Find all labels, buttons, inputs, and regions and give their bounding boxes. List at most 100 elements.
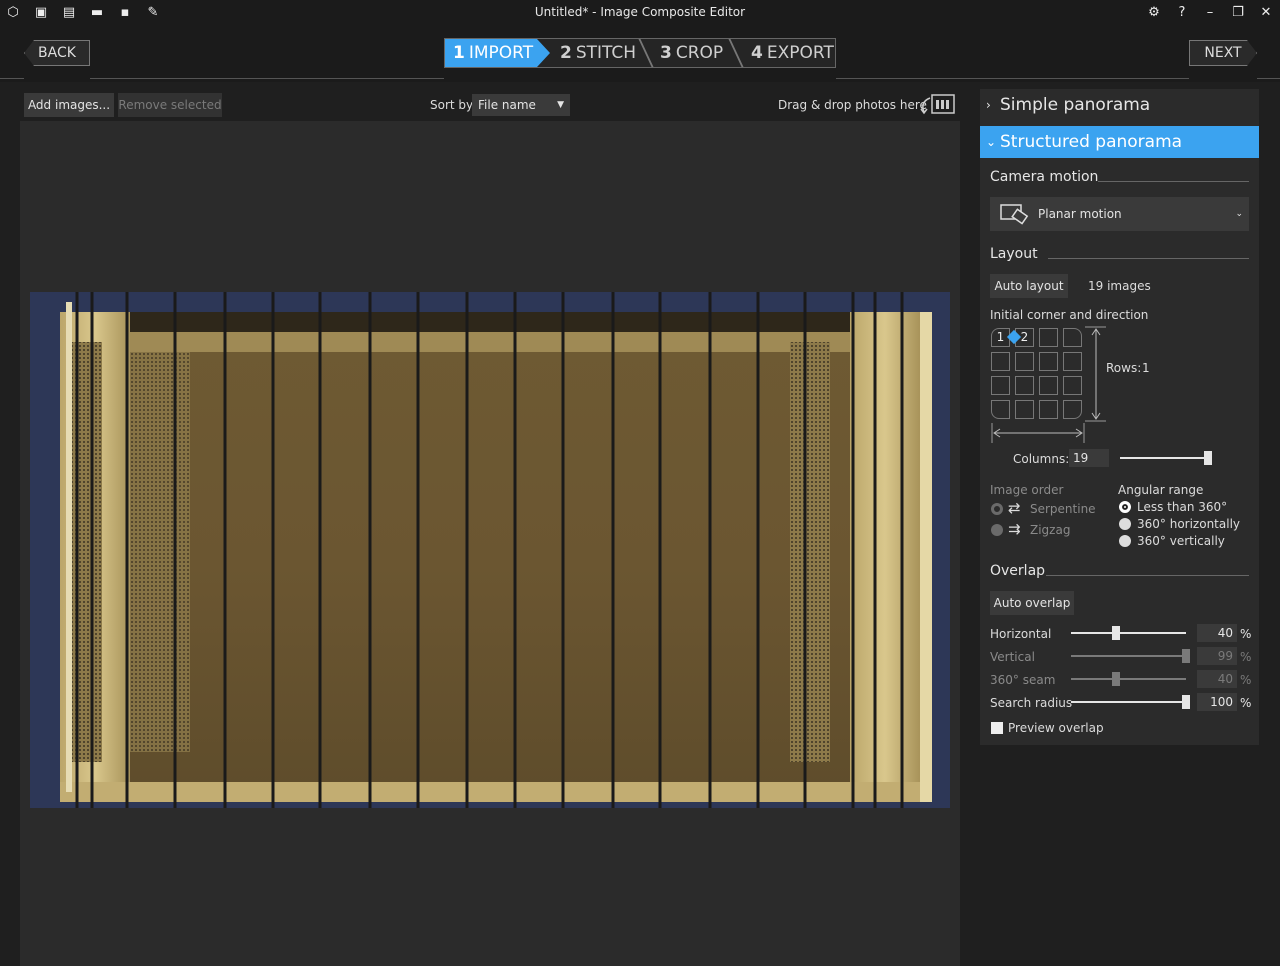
divider xyxy=(1048,258,1249,259)
layout-heading: Layout xyxy=(990,246,1038,262)
horizontal-overlap-track[interactable] xyxy=(1071,632,1186,634)
grid-cell[interactable] xyxy=(1039,328,1058,347)
serpentine-label: Serpentine xyxy=(1030,502,1096,516)
percent-label: % xyxy=(1240,650,1252,664)
restore-icon[interactable]: ❐ xyxy=(1229,4,1247,22)
initial-corner-label: Initial corner and direction xyxy=(990,308,1149,322)
zigzag-icon: ⇉ xyxy=(1008,520,1021,538)
grid-cell[interactable] xyxy=(991,376,1010,395)
planar-motion-icon xyxy=(1000,204,1029,225)
preview-overlap-label: Preview overlap xyxy=(1008,721,1104,735)
rows-dimension-arrow xyxy=(1085,326,1106,422)
title-bar: ⬡ ▣ ▤ ▬ ▪ ✎ Untitled* - Image Composite … xyxy=(0,0,1280,26)
grid-cell[interactable] xyxy=(1015,352,1034,371)
360-vertical-label: 360° vertically xyxy=(1137,534,1225,548)
search-radius-track[interactable] xyxy=(1071,701,1186,703)
angular-range-label: Angular range xyxy=(1118,483,1204,497)
vertical-overlap-track[interactable] xyxy=(1071,655,1186,657)
camera-motion-value: Planar motion xyxy=(1038,207,1122,221)
auto-overlap-button[interactable]: Auto overlap xyxy=(990,591,1074,615)
help-icon[interactable]: ? xyxy=(1173,4,1191,22)
grid-cell[interactable] xyxy=(1063,352,1082,371)
seam-overlap-value[interactable]: 40 xyxy=(1197,670,1237,688)
360-vertical-radio[interactable] xyxy=(1119,535,1131,547)
structured-panorama-label: Structured panorama xyxy=(1000,132,1183,152)
back-button[interactable]: BACK xyxy=(24,40,90,66)
camera-motion-heading: Camera motion xyxy=(990,169,1099,185)
step-export[interactable]: 4 EXPORT xyxy=(751,39,834,67)
remove-selected-button[interactable]: Remove selected xyxy=(118,93,222,117)
serpentine-icon: ⇄ xyxy=(1008,499,1021,517)
search-radius-label: Search radius xyxy=(990,696,1073,710)
divider xyxy=(1098,181,1249,182)
drag-drop-hint: Drag & drop photos here xyxy=(778,98,927,112)
360-horizontal-radio[interactable] xyxy=(1119,518,1131,530)
next-button[interactable]: NEXT xyxy=(1189,40,1257,66)
step-crop[interactable]: 3 CROP xyxy=(660,39,723,67)
vertical-overlap-label: Vertical xyxy=(990,650,1035,664)
seam-overlap-track[interactable] xyxy=(1071,678,1186,680)
vertical-overlap-value[interactable]: 99 xyxy=(1197,647,1237,665)
seam-overlap-thumb[interactable] xyxy=(1112,672,1120,686)
zigzag-label: Zigzag xyxy=(1030,523,1071,537)
search-radius-thumb[interactable] xyxy=(1182,695,1190,709)
drag-drop-icon xyxy=(920,94,955,115)
divider xyxy=(836,78,1189,79)
divider xyxy=(90,78,444,79)
grid-cell[interactable] xyxy=(991,352,1010,371)
chevron-down-icon: ▼ xyxy=(557,100,564,110)
simple-panorama-section[interactable]: › Simple panorama xyxy=(980,89,1259,121)
import-toolbar: Add images... Remove selected Sort by Fi… xyxy=(20,89,960,121)
columns-slider-thumb[interactable] xyxy=(1204,451,1212,465)
chevron-right-icon: › xyxy=(986,98,991,112)
grid-cell[interactable] xyxy=(1063,328,1082,347)
columns-dimension-arrow xyxy=(991,423,1085,443)
search-radius-value[interactable]: 100 xyxy=(1197,693,1237,711)
sort-by-label: Sort by xyxy=(430,98,474,112)
sort-by-select[interactable]: File name ▼ xyxy=(472,94,570,116)
close-icon[interactable]: ✕ xyxy=(1257,4,1275,22)
horizontal-overlap-thumb[interactable] xyxy=(1112,626,1120,640)
preview-overlap-checkbox[interactable] xyxy=(991,722,1003,734)
panorama-preview[interactable] xyxy=(30,292,950,808)
camera-motion-select[interactable]: Planar motion ⌄ xyxy=(990,197,1249,231)
divider xyxy=(1046,575,1249,576)
chevron-down-icon: ⌄ xyxy=(986,135,997,149)
rows-label: Rows: xyxy=(1106,361,1142,375)
seam-overlap-label: 360° seam xyxy=(990,673,1056,687)
grid-cell[interactable] xyxy=(1015,400,1034,419)
360-horizontal-label: 360° horizontally xyxy=(1137,517,1241,531)
minimize-icon[interactable]: – xyxy=(1201,4,1219,22)
divider xyxy=(0,78,24,79)
horizontal-overlap-label: Horizontal xyxy=(990,627,1052,641)
auto-layout-button[interactable]: Auto layout xyxy=(990,274,1068,298)
grid-cell[interactable] xyxy=(1063,400,1082,419)
step-stitch[interactable]: 2 STITCH xyxy=(560,39,636,67)
rows-value: 1 xyxy=(1142,361,1150,375)
overlap-heading: Overlap xyxy=(990,563,1046,579)
structured-panorama-section[interactable]: ⌄ Structured panorama xyxy=(980,126,1259,158)
grid-cell[interactable] xyxy=(1039,400,1058,419)
chevron-down-icon: ⌄ xyxy=(1235,209,1243,219)
columns-slider-track[interactable] xyxy=(1120,457,1212,459)
grid-cell[interactable] xyxy=(1015,376,1034,395)
columns-input[interactable]: 19 xyxy=(1069,449,1109,467)
zigzag-radio[interactable] xyxy=(991,524,1003,536)
step-import[interactable]: 1 IMPORT xyxy=(445,39,550,67)
grid-cell[interactable] xyxy=(991,400,1010,419)
image-workspace: Add images... Remove selected Sort by Fi… xyxy=(20,89,960,966)
grid-cell[interactable] xyxy=(1063,376,1082,395)
simple-panorama-label: Simple panorama xyxy=(1000,95,1151,115)
add-images-button[interactable]: Add images... xyxy=(24,93,114,117)
grid-cell[interactable] xyxy=(1039,352,1058,371)
serpentine-radio[interactable] xyxy=(991,503,1003,515)
grid-cell[interactable] xyxy=(1039,376,1058,395)
window-title: Untitled* - Image Composite Editor xyxy=(534,5,746,19)
panorama-settings-panel: › Simple panorama ⌄ Structured panorama Ca… xyxy=(980,89,1259,745)
settings-gear-icon[interactable]: ⚙ xyxy=(1145,4,1163,22)
image-count: 19 images xyxy=(1088,279,1151,293)
horizontal-overlap-value[interactable]: 40 xyxy=(1197,624,1237,642)
vertical-overlap-thumb[interactable] xyxy=(1182,649,1190,663)
percent-label: % xyxy=(1240,673,1252,687)
less-than-360-radio[interactable] xyxy=(1119,501,1131,513)
